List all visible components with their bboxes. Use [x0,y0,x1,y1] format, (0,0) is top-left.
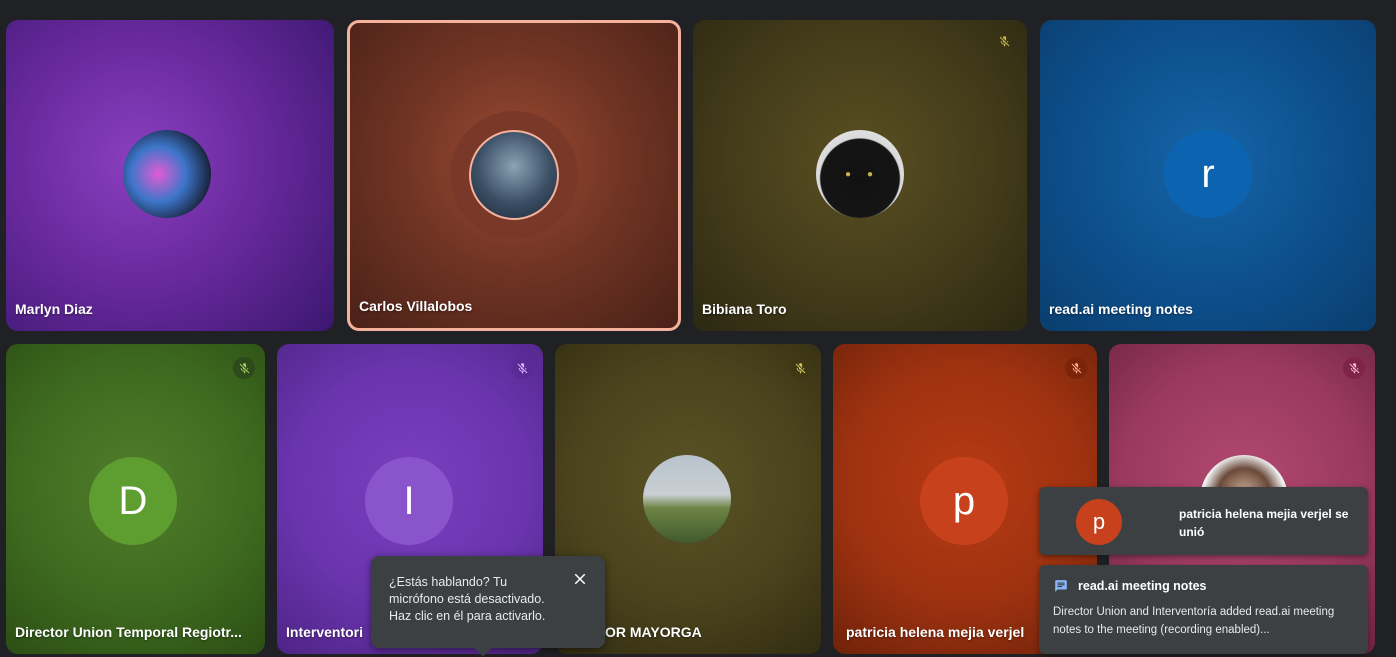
close-icon[interactable] [569,568,591,590]
participant-name: patricia helena mejia verjel [846,624,1025,640]
mic-off-icon [789,357,811,379]
join-notification-text: patricia helena mejia verjel se unió [1179,507,1349,539]
join-notification[interactable]: p patricia helena mejia verjel se unió [1039,487,1368,555]
mic-off-icon [1065,357,1087,379]
participant-name: OR MAYORGA [605,624,702,640]
participant-tile-marlyn[interactable]: Marlyn Diaz [6,20,334,331]
mic-off-icon [511,357,533,379]
participant-tile-bibiana[interactable]: ●● Bibiana Toro [693,20,1027,331]
avatar [123,130,211,218]
avatar: p [1076,499,1122,545]
participant-name: Marlyn Diaz [15,301,93,317]
participant-name: Bibiana Toro [702,301,787,317]
participant-tile-carlos[interactable]: Carlos Villalobos [347,20,681,331]
avatar [469,130,559,220]
avatar: r [1164,130,1252,218]
participant-name: Carlos Villalobos [359,298,473,314]
notification-body: Director Union and Interventoría added r… [1053,606,1335,636]
mic-off-icon [993,30,1015,52]
tooltip-text: ¿Estás hablando? Tu micrófono está desac… [389,575,546,623]
participant-name: read.ai meeting notes [1049,301,1193,317]
muted-mic-tooltip: ¿Estás hablando? Tu micrófono está desac… [371,556,605,657]
avatar: I [365,457,453,545]
mic-off-icon [233,357,255,379]
notification-title: read.ai meeting notes [1078,579,1207,593]
participant-tile-readai[interactable]: r read.ai meeting notes [1040,20,1376,331]
avatar: D [89,457,177,545]
avatar: p [920,457,1008,545]
participant-name: Interventori [286,624,364,640]
mic-off-icon [1343,357,1365,379]
message-icon [1055,580,1067,592]
avatar [643,455,731,543]
readai-notification[interactable]: read.ai meeting notes Director Union and… [1039,565,1368,654]
participant-tile-director[interactable]: D Director Union Temporal Regiotr... [6,344,265,654]
cat-eyes: ●● [844,168,890,180]
participant-name: Director Union Temporal Regiotr... [15,624,242,640]
avatar: ●● [816,130,904,218]
